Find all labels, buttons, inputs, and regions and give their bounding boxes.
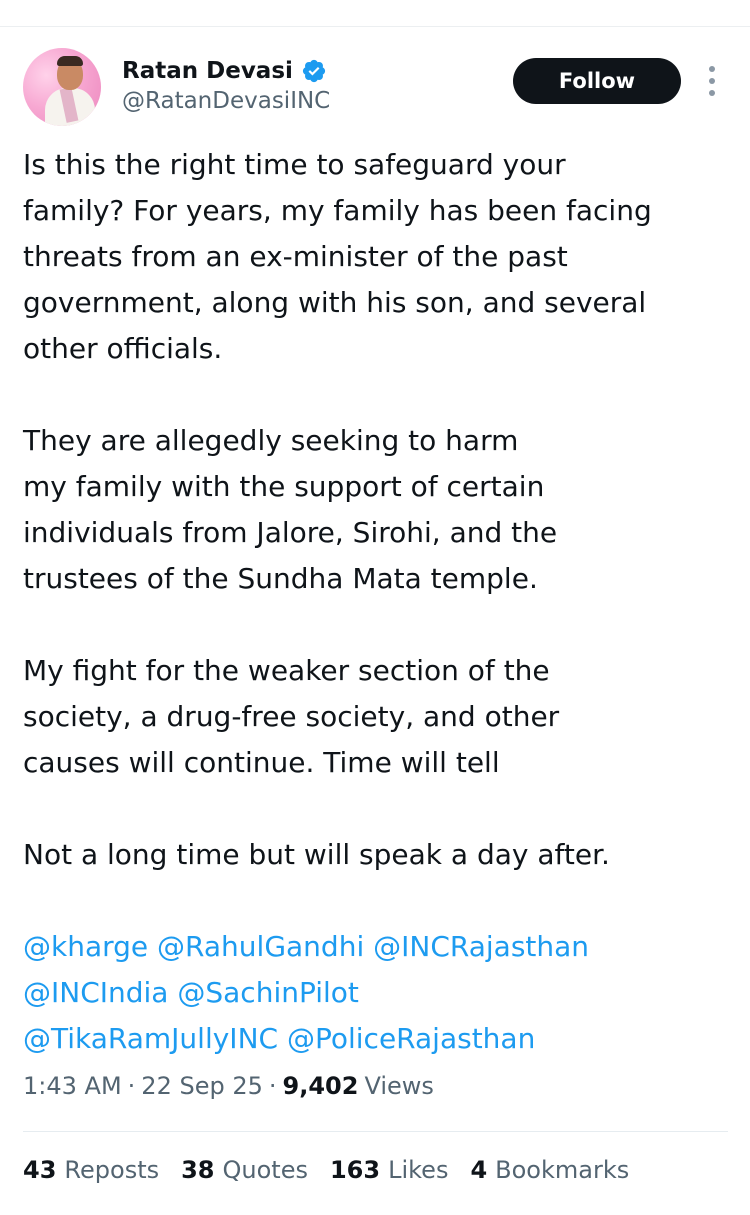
mention-link[interactable]: @RahulGandhi (157, 930, 364, 963)
tweet-line: threats from an ex-minister of the past (23, 240, 568, 273)
stat-likes[interactable]: 163 Likes (330, 1156, 448, 1184)
author-name[interactable]: Ratan Devasi (122, 58, 293, 84)
tweet-line: family? For years, my family has been fa… (23, 194, 652, 227)
stat-count: 43 (23, 1156, 57, 1184)
more-vertical-icon[interactable] (700, 64, 724, 98)
views-count: 9,402 (282, 1072, 359, 1100)
verified-badge-icon (302, 59, 326, 83)
stat-label: Quotes (222, 1156, 308, 1184)
tweet-line: My fight for the weaker section of the (23, 654, 550, 687)
stat-reposts[interactable]: 43 Reposts (23, 1156, 159, 1184)
stat-bookmarks[interactable]: 4 Bookmarks (470, 1156, 629, 1184)
mention-line: @INCIndia @SachinPilot (23, 970, 743, 1016)
stats-divider (23, 1131, 728, 1132)
mention-link[interactable]: @INCIndia (23, 976, 168, 1009)
stat-count: 38 (181, 1156, 215, 1184)
mention-link[interactable]: @SachinPilot (177, 976, 359, 1009)
mention-link[interactable]: @PoliceRajasthan (287, 1022, 535, 1055)
mention-line: @TikaRamJullyINC @PoliceRajasthan (23, 1016, 743, 1062)
follow-button[interactable]: Follow (513, 58, 681, 104)
author-name-row[interactable]: Ratan Devasi (122, 54, 327, 88)
mention-link[interactable]: @INCRajasthan (373, 930, 589, 963)
meta-separator: · (268, 1072, 277, 1100)
tweet-line: causes will continue. Time will tell (23, 746, 500, 779)
stat-label: Bookmarks (495, 1156, 630, 1184)
tweet-line: government, along with his son, and seve… (23, 286, 647, 319)
tweet-line: Not a long time but will speak a day aft… (23, 838, 610, 871)
mention-link[interactable]: @TikaRamJullyINC (23, 1022, 278, 1055)
stat-quotes[interactable]: 38 Quotes (181, 1156, 308, 1184)
tweet-meta: 1:43 AM · 22 Sep 25 · 9,402 Views (23, 1072, 434, 1100)
top-divider (0, 26, 750, 27)
views-label: Views (364, 1072, 434, 1100)
stat-label: Reposts (64, 1156, 160, 1184)
mention-link[interactable]: @kharge (23, 930, 148, 963)
tweet-date[interactable]: 22 Sep 25 (141, 1072, 263, 1100)
tweet-time[interactable]: 1:43 AM (23, 1072, 122, 1100)
tweet-line: society, a drug-free society, and other (23, 700, 560, 733)
stat-count: 4 (470, 1156, 488, 1184)
tweet-line: my family with the support of certain (23, 470, 545, 503)
tweet-line: They are allegedly seeking to harm (23, 424, 519, 457)
author-handle[interactable]: @RatanDevasiINC (122, 88, 330, 114)
tweet-line: Is this the right time to safeguard your (23, 148, 566, 181)
mention-line: @kharge @RahulGandhi @INCRajasthan (23, 924, 743, 970)
tweet-line: other officials. (23, 332, 223, 365)
tweet-line: individuals from Jalore, Sirohi, and the (23, 516, 558, 549)
tweet-line: trustees of the Sundha Mata temple. (23, 562, 538, 595)
stat-label: Likes (388, 1156, 449, 1184)
meta-separator: · (127, 1072, 136, 1100)
stat-count: 163 (329, 1156, 381, 1184)
engagement-stats: 43 Reposts 38 Quotes 163 Likes 4 Bookmar… (23, 1156, 629, 1184)
tweet-text: Is this the right time to safeguard your… (23, 142, 743, 1062)
avatar[interactable] (23, 48, 101, 126)
